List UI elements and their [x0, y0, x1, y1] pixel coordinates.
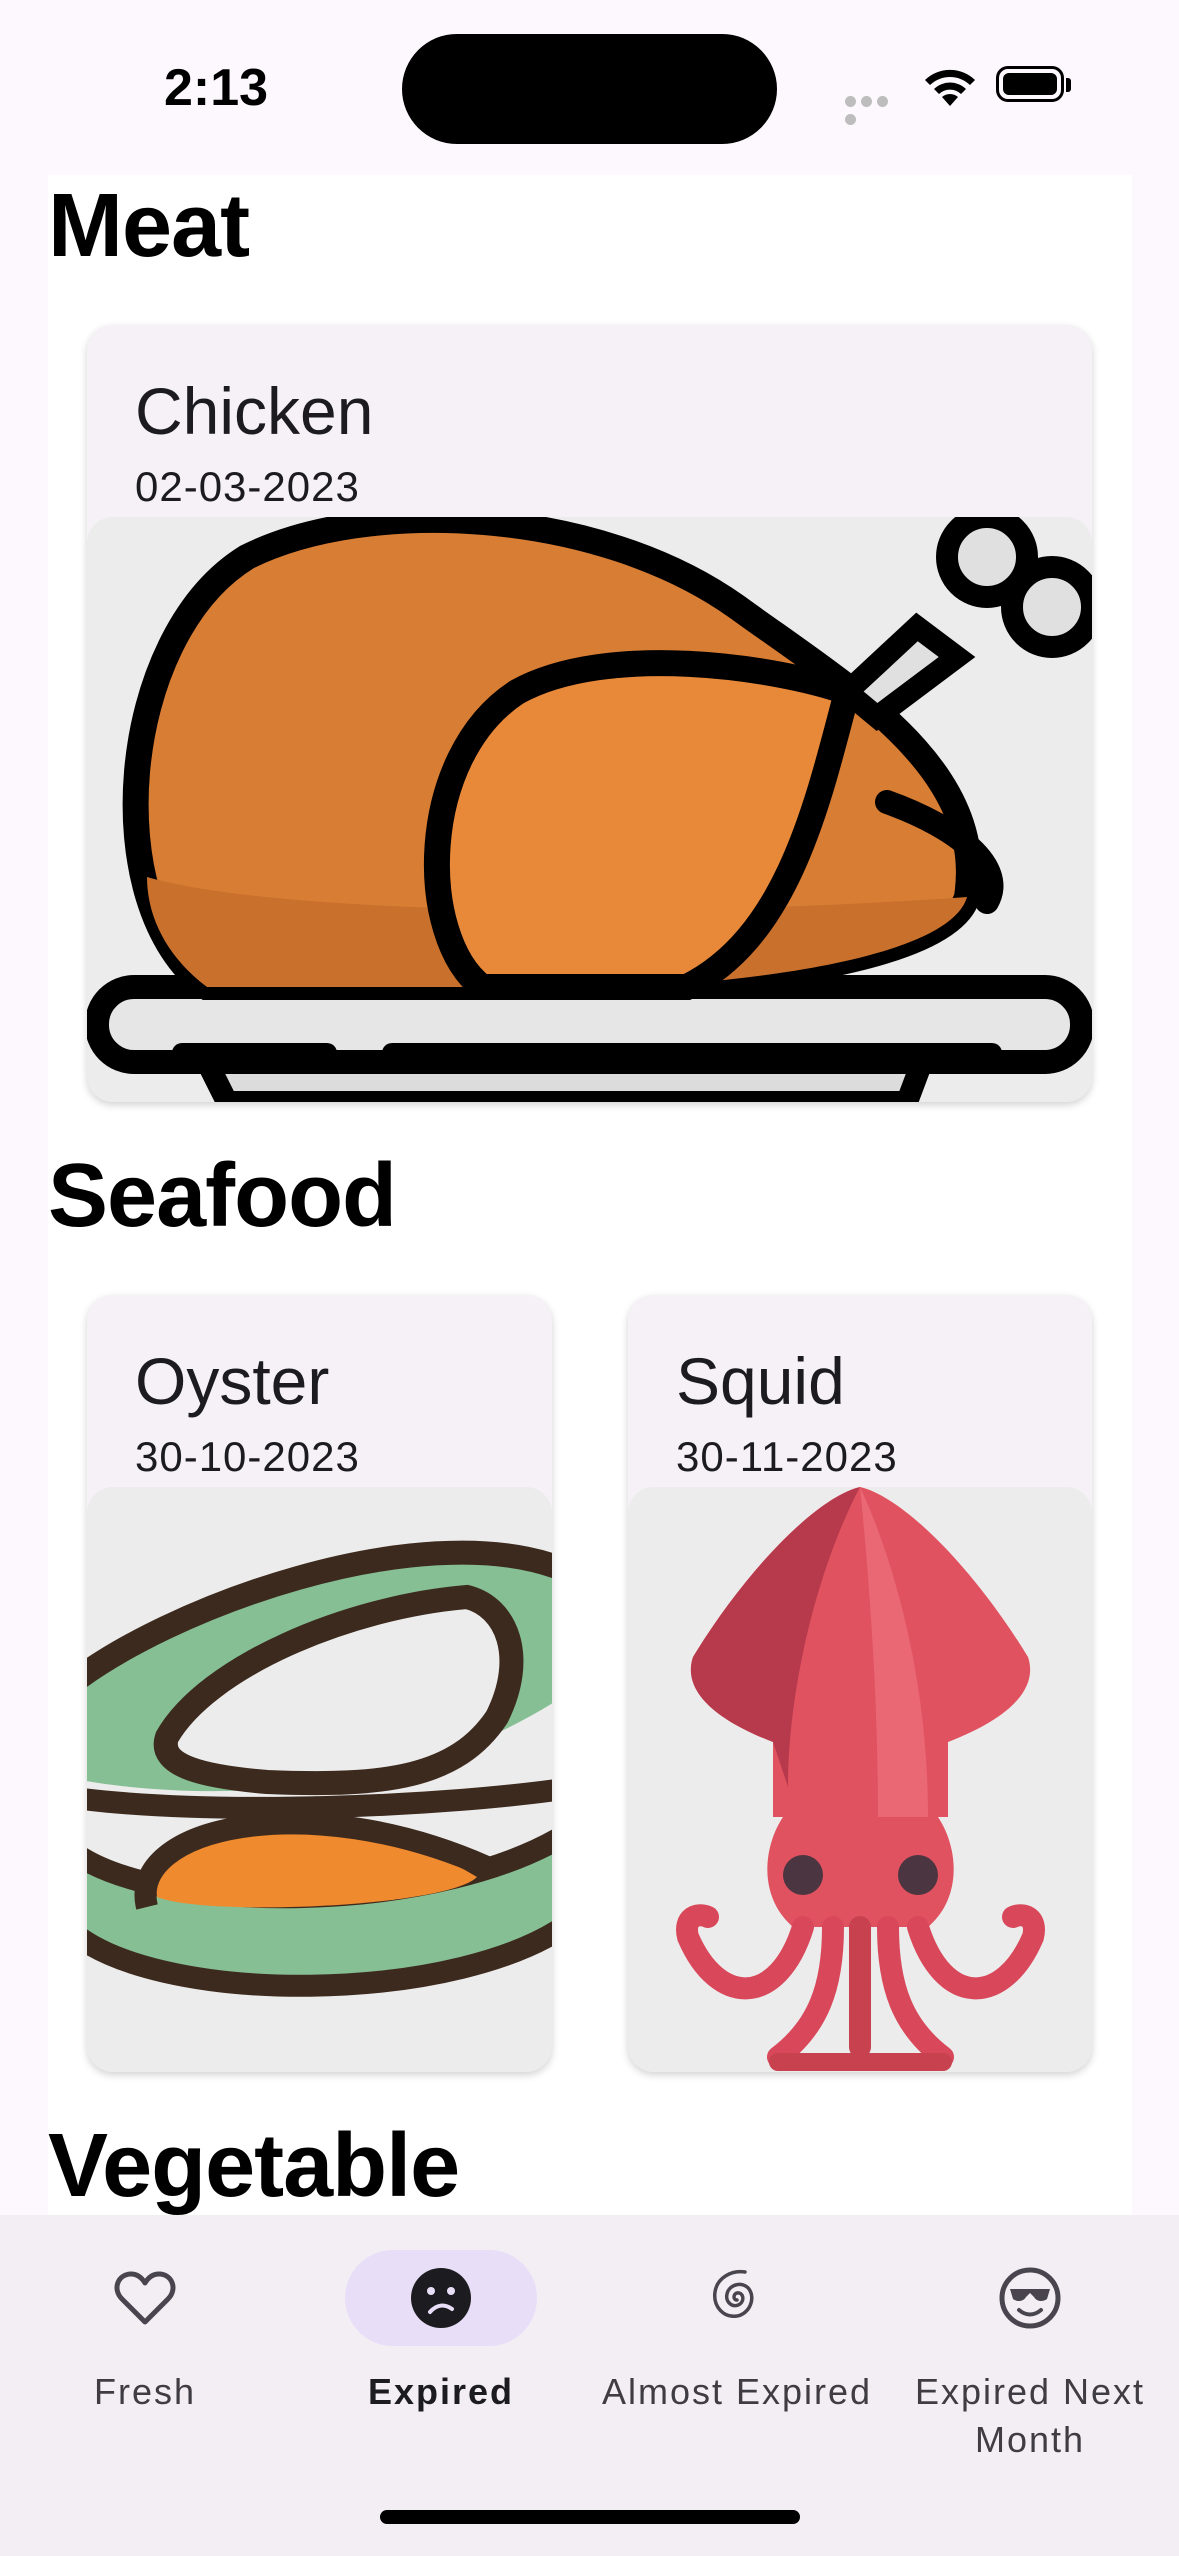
nav-label: Fresh	[93, 2371, 197, 2412]
food-image	[87, 517, 1092, 1102]
nav-pill	[641, 2250, 833, 2346]
nav-tab-fresh[interactable]: Fresh	[0, 2250, 290, 2416]
home-indicator	[380, 2510, 800, 2524]
food-card-squid[interactable]: Squid 30-11-2023	[628, 1295, 1092, 2072]
food-image	[87, 1487, 552, 2072]
nav-tab-expired[interactable]: Expired	[296, 2250, 586, 2416]
squid-icon	[676, 1487, 1045, 2071]
heart-outline-icon	[114, 2271, 176, 2325]
nav-label: Expired	[367, 2371, 515, 2412]
section-title-meat: Meat	[48, 176, 250, 276]
food-date: 30-11-2023	[676, 1433, 898, 1480]
nav-pill	[934, 2250, 1126, 2346]
nav-label: Expired Next Month	[914, 2371, 1146, 2460]
roast-chicken-icon	[87, 517, 1092, 1102]
food-card-oyster[interactable]: Oyster 30-10-2023	[87, 1295, 552, 2072]
wifi-icon	[925, 69, 975, 106]
cellular-signal-icon	[845, 94, 905, 125]
nav-label: Almost Expired	[601, 2371, 873, 2412]
nav-pill-active	[345, 2250, 537, 2346]
food-date: 30-10-2023	[135, 1433, 360, 1480]
food-name: Squid	[676, 1344, 845, 1418]
battery-icon	[996, 66, 1076, 106]
dynamic-island	[402, 34, 777, 144]
sad-face-icon	[411, 2268, 471, 2328]
food-card-chicken[interactable]: Chicken 02-03-2023	[87, 325, 1092, 1102]
nav-tab-almost-expired[interactable]: Almost Expired	[592, 2250, 882, 2416]
status-bar: 2:13	[0, 0, 1179, 170]
section-title-seafood: Seafood	[48, 1146, 397, 1246]
food-image	[628, 1487, 1092, 2072]
status-time: 2:13	[164, 59, 269, 117]
food-name: Chicken	[135, 374, 374, 448]
nav-pill	[49, 2250, 241, 2346]
section-title-vegetable: Vegetable	[48, 2116, 460, 2215]
bottom-navigation-bar: Fresh Expired Almost Expired Expired Nex…	[0, 2215, 1179, 2556]
spiral-icon	[713, 2269, 754, 2318]
nav-tab-expired-next-month[interactable]: Expired Next Month	[885, 2250, 1175, 2464]
food-date: 02-03-2023	[135, 463, 360, 510]
oyster-icon	[87, 1540, 552, 1997]
content-scroll-area[interactable]: Meat Chicken 02-03-2023 Seafood Oyster 3…	[48, 175, 1132, 2215]
food-name: Oyster	[135, 1344, 330, 1418]
sunglasses-face-icon	[999, 2267, 1061, 2329]
